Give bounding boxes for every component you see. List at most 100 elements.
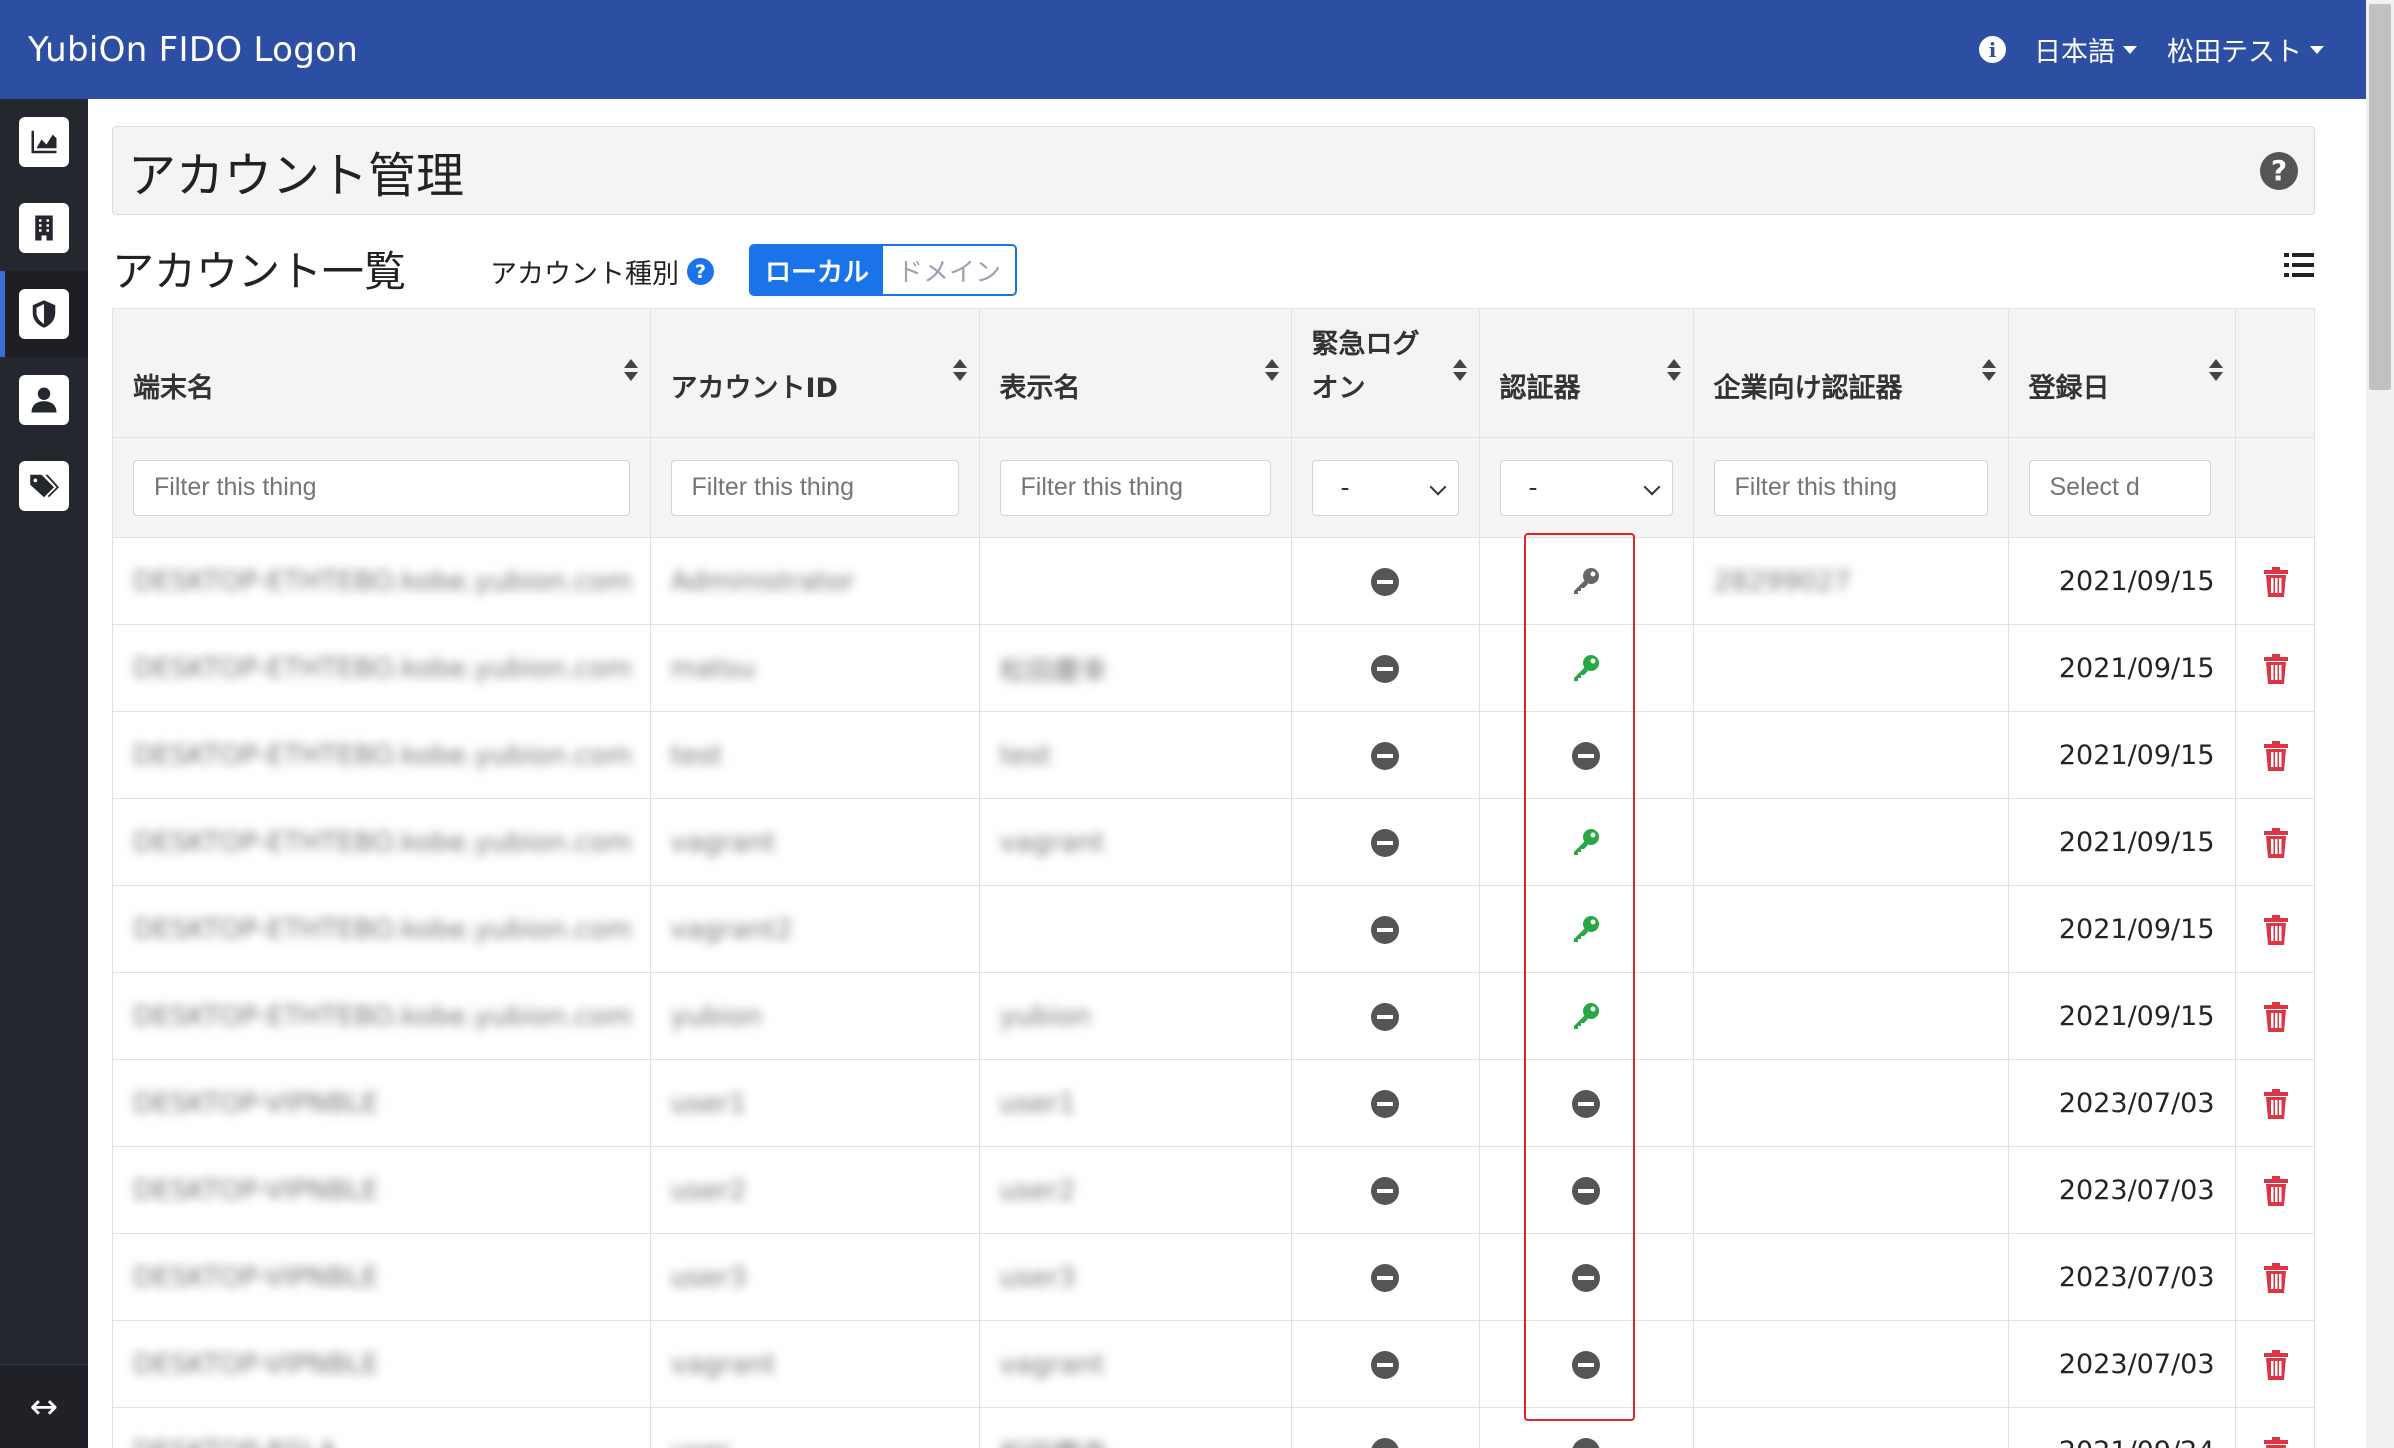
column-header-registered-date[interactable]: 登録日 — [2008, 308, 2236, 438]
cell-terminal: DESKTOP-ETHTEBO.kobe.yubion.com — [113, 798, 651, 886]
header-label-line1: 緊急ログ — [1311, 329, 1420, 360]
cell-delete[interactable] — [2235, 1233, 2314, 1321]
display-name: vagrant — [999, 1348, 1105, 1380]
table-row[interactable]: DESKTOP-RSLA user 松田慶幸 2021/09/24 — [113, 1407, 2314, 1448]
cell-authenticator[interactable] — [1479, 711, 1694, 799]
trash-icon — [2263, 1175, 2288, 1206]
info-icon[interactable]: i — [1979, 36, 2006, 63]
cell-authenticator[interactable] — [1479, 1146, 1694, 1234]
cell-authenticator[interactable] — [1479, 1320, 1694, 1408]
filter-enterprise-input[interactable] — [1713, 459, 1988, 516]
toggle-local-button[interactable]: ローカル — [751, 246, 884, 294]
account-id: vagrant — [670, 826, 776, 858]
brand-title[interactable]: YubiOn FIDO Logon — [28, 30, 358, 70]
display-name: vagrant — [999, 826, 1105, 858]
user-dropdown[interactable]: 松田テスト — [2167, 30, 2324, 69]
cell-delete[interactable] — [2235, 1320, 2314, 1408]
filter-terminal-input[interactable] — [133, 459, 630, 516]
filter-cell — [2008, 437, 2236, 538]
column-header-emergency-logon[interactable]: 緊急ログ オン — [1291, 308, 1480, 438]
language-dropdown[interactable]: 日本語 — [2034, 30, 2137, 69]
terminal-name: DESKTOP-VIPNBLE — [133, 1348, 379, 1380]
minus-circle-icon — [1371, 1351, 1399, 1379]
list-icon[interactable] — [2284, 252, 2314, 278]
header-label: 端末名 — [133, 373, 214, 404]
cell-delete[interactable] — [2235, 798, 2314, 886]
table-row[interactable]: DESKTOP-ETHTEBO.kobe.yubion.com test tes… — [113, 711, 2314, 799]
cell-authenticator[interactable] — [1479, 1059, 1694, 1147]
filter-account-id-input[interactable] — [670, 459, 959, 516]
help-icon[interactable]: ? — [2260, 151, 2298, 190]
cell-authenticator[interactable] — [1479, 624, 1694, 712]
sidebar-item-organization[interactable] — [0, 185, 88, 271]
header-label: 登録日 — [2028, 373, 2110, 404]
table-row[interactable]: DESKTOP-VIPNBLE user1 user1 2023/07/03 — [113, 1059, 2314, 1147]
delete-button[interactable] — [2263, 1174, 2289, 1206]
filter-cell — [1693, 437, 2009, 538]
cell-delete[interactable] — [2235, 711, 2314, 799]
cell-terminal: DESKTOP-ETHTEBO.kobe.yubion.com — [113, 537, 651, 625]
delete-button[interactable] — [2263, 1348, 2289, 1380]
column-header-terminal[interactable]: 端末名 — [113, 308, 651, 438]
accounts-table-container[interactable]: 端末名 アカウントID 表示名 緊急ログオン 認証器 企業向け認証器 登録日 -… — [112, 308, 2315, 1448]
cell-delete[interactable] — [2235, 624, 2314, 712]
top-navbar: YubiOn FIDO Logon i 日本語 松田テスト — [0, 0, 2366, 99]
delete-button[interactable] — [2263, 826, 2289, 858]
filter-cell: - — [1291, 437, 1480, 538]
cell-delete[interactable] — [2235, 1407, 2314, 1448]
sidebar-item-accounts[interactable] — [0, 357, 88, 443]
filter-date-input[interactable] — [2028, 459, 2211, 516]
column-header-account-id[interactable]: アカウントID — [650, 308, 980, 438]
cell-authenticator[interactable] — [1479, 1233, 1694, 1321]
cell-authenticator[interactable] — [1479, 885, 1694, 973]
filter-emergency-select[interactable]: - — [1311, 459, 1459, 516]
filter-cell — [2235, 437, 2314, 538]
table-row[interactable]: DESKTOP-VIPNBLE user3 user3 2023/07/03 — [113, 1233, 2314, 1321]
cell-delete[interactable] — [2235, 972, 2314, 1060]
filter-cell — [113, 437, 651, 538]
cell-authenticator[interactable] — [1479, 972, 1694, 1060]
table-row[interactable]: DESKTOP-ETHTEBO.kobe.yubion.com Administ… — [113, 537, 2314, 625]
sidebar-toggle-button[interactable]: ↔ — [0, 1364, 88, 1448]
delete-button[interactable] — [2263, 1435, 2289, 1448]
delete-button[interactable] — [2263, 1000, 2289, 1032]
sidebar-item-dashboard[interactable] — [0, 99, 88, 185]
table-row[interactable]: DESKTOP-VIPNBLE vagrant vagrant 2023/07/… — [113, 1320, 2314, 1408]
filter-display-name-input[interactable] — [999, 459, 1271, 516]
table-row[interactable]: DESKTOP-ETHTEBO.kobe.yubion.com yubion y… — [113, 972, 2314, 1060]
terminal-name: DESKTOP-VIPNBLE — [133, 1087, 379, 1119]
filter-authenticator-select[interactable]: - — [1499, 459, 1673, 516]
delete-button[interactable] — [2263, 913, 2289, 945]
cell-authenticator[interactable] — [1479, 798, 1694, 886]
caret-down-icon — [2123, 45, 2137, 54]
delete-button[interactable] — [2263, 739, 2289, 771]
delete-button[interactable] — [2263, 1087, 2289, 1119]
table-row[interactable]: DESKTOP-ETHTEBO.kobe.yubion.com vagrant2… — [113, 885, 2314, 973]
table-row[interactable]: DESKTOP-ETHTEBO.kobe.yubion.com vagrant … — [113, 798, 2314, 886]
cell-delete[interactable] — [2235, 537, 2314, 625]
delete-button[interactable] — [2263, 565, 2289, 597]
column-header-display-name[interactable]: 表示名 — [979, 308, 1292, 438]
cell-delete[interactable] — [2235, 1146, 2314, 1234]
cell-authenticator[interactable] — [1479, 537, 1694, 625]
question-icon[interactable]: ? — [687, 258, 714, 285]
cell-delete[interactable] — [2235, 1059, 2314, 1147]
page-scrollbar[interactable] — [2366, 0, 2394, 1448]
cell-delete[interactable] — [2235, 885, 2314, 973]
terminal-name: DESKTOP-RSLA — [133, 1436, 337, 1448]
sidebar-item-security[interactable] — [0, 271, 88, 357]
column-header-authenticator[interactable]: 認証器 — [1479, 308, 1694, 438]
table-row[interactable]: DESKTOP-ETHTEBO.kobe.yubion.com matsu 松田… — [113, 624, 2314, 712]
terminal-name: DESKTOP-ETHTEBO.kobe.yubion.com — [133, 565, 633, 597]
minus-circle-icon — [1572, 1177, 1600, 1205]
cell-authenticator[interactable] — [1479, 1407, 1694, 1448]
table-row[interactable]: DESKTOP-VIPNBLE user2 user2 2023/07/03 — [113, 1146, 2314, 1234]
delete-button[interactable] — [2263, 1261, 2289, 1293]
scrollbar-thumb[interactable] — [2369, 4, 2391, 390]
cell-enterprise — [1693, 1059, 2009, 1147]
sidebar-item-licenses[interactable] — [0, 443, 88, 529]
cell-registered-date: 2021/09/15 — [2008, 798, 2236, 886]
delete-button[interactable] — [2263, 652, 2289, 684]
column-header-enterprise-authenticator[interactable]: 企業向け認証器 — [1693, 308, 2009, 438]
toggle-domain-button[interactable]: ドメイン — [883, 246, 1016, 294]
